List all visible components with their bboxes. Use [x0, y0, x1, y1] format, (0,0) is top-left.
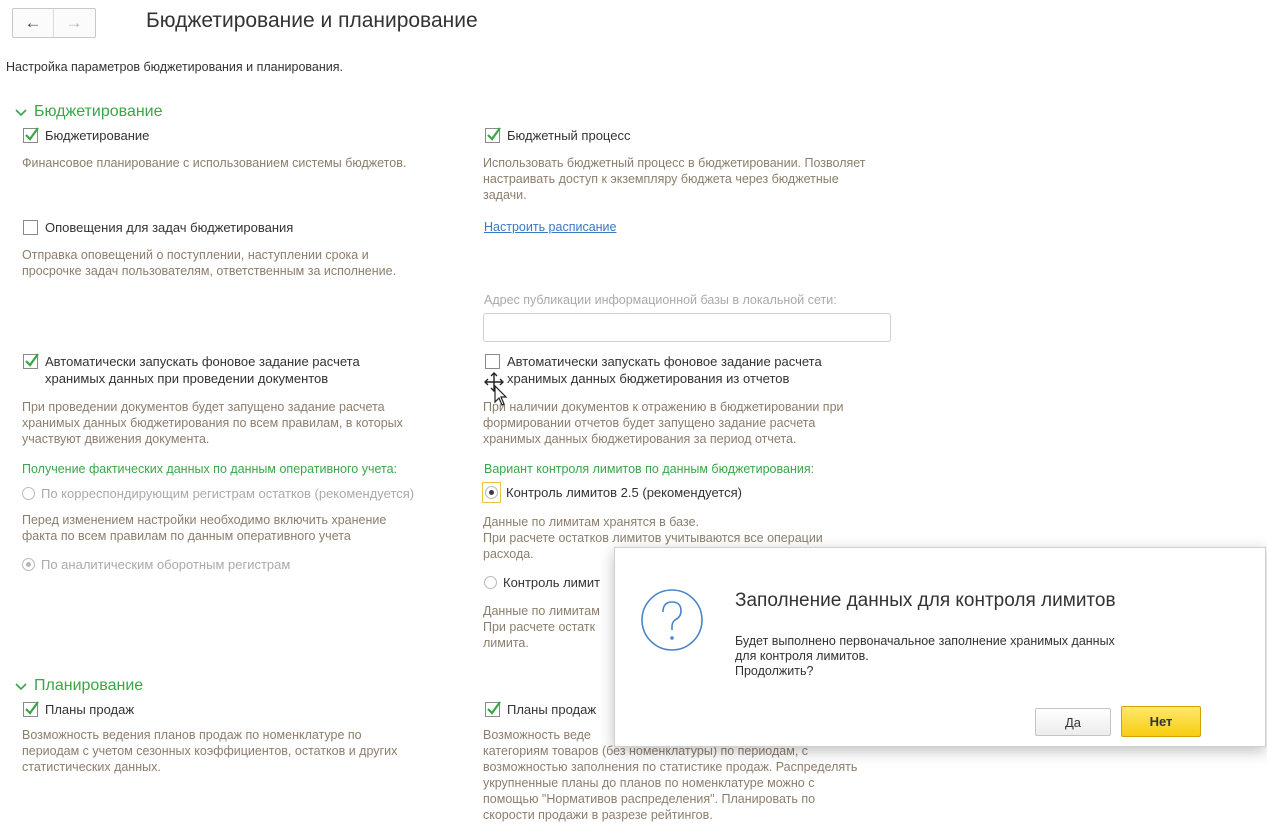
checkbox-checked[interactable] — [23, 353, 39, 369]
radio-circle[interactable] — [22, 558, 35, 571]
section-title: Бюджетирование — [34, 103, 163, 120]
publication-address-label: Адрес публикации информационной базы в л… — [484, 293, 837, 307]
radio-circle[interactable] — [484, 576, 497, 589]
checkbox-label: Автоматически запускать фоновое задание … — [45, 354, 360, 386]
checkmark-icon — [25, 353, 39, 367]
checkbox-checked[interactable] — [485, 701, 501, 717]
checkmark-icon — [25, 127, 39, 141]
sales-plans-categories-checkbox[interactable]: Планы продаж — [485, 701, 596, 718]
checkbox-label: Автоматически запускать фоновое задание … — [507, 354, 822, 386]
checkbox-label: Планы продаж — [507, 702, 597, 717]
question-icon — [641, 589, 703, 651]
section-title: Планирование — [34, 677, 144, 694]
radio-limits-25[interactable]: Контроль лимитов 2.5 (рекомендуется) — [482, 482, 742, 503]
section-planning[interactable]: Планирование — [14, 677, 143, 695]
radio-corr-description: Перед изменением настройки необходимо вк… — [22, 513, 387, 543]
auto-docs-description: При проведении документов будет запущено… — [22, 400, 403, 446]
dialog-title: Заполнение данных для контроля лимитов — [735, 590, 1116, 611]
notifications-checkbox[interactable]: Оповещения для задач бюджетирования — [23, 219, 293, 236]
checkbox-label: Оповещения для задач бюджетирования — [45, 220, 294, 235]
page-title: Бюджетирование и планирование — [146, 9, 478, 32]
yes-button[interactable]: Да — [1035, 708, 1111, 736]
navigation-buttons: ← → — [12, 8, 96, 38]
sales-plans-checkbox[interactable]: Планы продаж — [23, 701, 134, 718]
checkmark-icon — [25, 701, 39, 715]
limits-other-description: Данные по лимитам При расчете остатк лим… — [483, 604, 600, 650]
checkbox-unchecked[interactable] — [485, 354, 500, 369]
confirm-dialog: Заполнение данных для контроля лимитов Б… — [614, 547, 1266, 747]
budget-process-description: Использовать бюджетный процесс в бюджети… — [483, 156, 866, 202]
checkbox-checked[interactable] — [485, 127, 501, 143]
budgeting-description: Финансовое планирование с использованием… — [22, 156, 407, 170]
radio-analytic-registers[interactable]: По аналитическим оборотным регистрам — [22, 557, 290, 572]
checkbox-label: Планы продаж — [45, 702, 135, 717]
chevron-down-icon — [15, 109, 27, 117]
checkmark-icon — [487, 127, 501, 141]
no-button[interactable]: Нет — [1121, 706, 1201, 737]
mouse-cursor-icon — [484, 372, 508, 406]
checkbox-unchecked[interactable] — [23, 220, 38, 235]
budgeting-checkbox[interactable]: Бюджетирование — [23, 127, 149, 144]
dialog-message: Будет выполнено первоначальное заполнени… — [735, 634, 1115, 678]
checkmark-icon — [487, 701, 501, 715]
chevron-down-icon — [15, 683, 27, 691]
forward-button[interactable]: → — [53, 9, 94, 37]
notifications-description: Отправка оповещений о поступлении, насту… — [22, 248, 397, 278]
page-subtitle: Настройка параметров бюджетирования и пл… — [6, 60, 343, 74]
section-budgeting[interactable]: Бюджетирование — [14, 103, 163, 121]
radio-circle[interactable] — [485, 486, 498, 499]
publication-address-input[interactable] — [483, 313, 891, 342]
limits-control-label: Вариант контроля лимитов по данным бюдже… — [484, 462, 815, 476]
radio-correspondent-registers[interactable]: По корреспондирующим регистрам остатков … — [22, 486, 414, 501]
actual-data-label: Получение фактических данных по данным о… — [22, 462, 397, 476]
radio-limits-other[interactable]: Контроль лимит — [484, 575, 600, 590]
schedule-link[interactable]: Настроить расписание — [484, 220, 617, 234]
checkbox-checked[interactable] — [23, 127, 39, 143]
auto-reports-checkbox[interactable]: Автоматически запускать фоновое задание … — [485, 353, 822, 387]
checkbox-checked[interactable] — [23, 701, 39, 717]
auto-reports-description: При наличии документов к отражению в бюд… — [483, 400, 844, 446]
back-button[interactable]: ← — [13, 9, 53, 37]
auto-docs-checkbox[interactable]: Автоматически запускать фоновое задание … — [23, 353, 360, 387]
sales-plans-description: Возможность ведения планов продаж по ном… — [22, 728, 398, 774]
checkbox-label: Бюджетирование — [45, 128, 150, 143]
budget-process-checkbox[interactable]: Бюджетный процесс — [485, 127, 630, 144]
checkbox-label: Бюджетный процесс — [507, 128, 631, 143]
radio-circle[interactable] — [22, 487, 35, 500]
